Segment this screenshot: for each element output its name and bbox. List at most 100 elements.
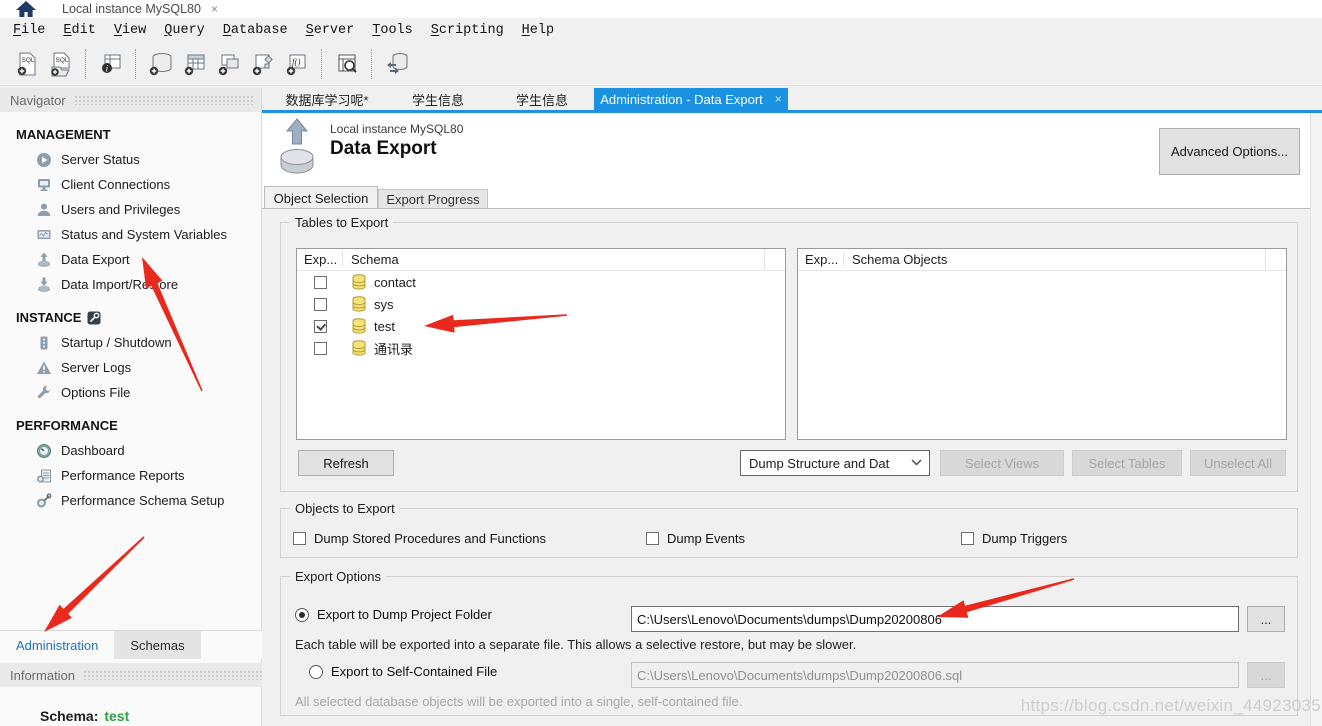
tab-schemas[interactable]: Schemas bbox=[114, 631, 200, 659]
export-checkbox[interactable] bbox=[314, 298, 327, 311]
objects-to-export-group: Objects to Export Dump Stored Procedures… bbox=[280, 508, 1298, 558]
tab-export-progress[interactable]: Export Progress bbox=[378, 189, 488, 209]
export-to-self-contained-radio[interactable] bbox=[309, 665, 323, 679]
dump-events-checkbox[interactable] bbox=[646, 532, 659, 545]
dump-triggers-checkbox[interactable] bbox=[961, 532, 974, 545]
sidebar-item-label: Client Connections bbox=[61, 177, 170, 192]
export-to-self-contained-option[interactable]: Export to Self-Contained File bbox=[309, 664, 497, 679]
home-tab[interactable] bbox=[0, 0, 52, 18]
schema-row-test[interactable]: test bbox=[297, 315, 785, 337]
vertical-scrollbar[interactable] bbox=[1310, 113, 1322, 726]
schema-db-icon bbox=[351, 274, 367, 290]
doc-tab-close-icon[interactable]: × bbox=[775, 92, 782, 106]
schema-value: test bbox=[104, 708, 129, 724]
dump-triggers-option[interactable]: Dump Triggers bbox=[961, 531, 1067, 546]
sidebar-item-server-logs[interactable]: Server Logs bbox=[0, 355, 261, 380]
dump-stored-procedures-checkbox[interactable] bbox=[293, 532, 306, 545]
doc-tab-data-export[interactable]: Administration - Data Export × bbox=[594, 88, 788, 110]
menu-tools[interactable]: Tools bbox=[363, 21, 422, 40]
self-contained-note: All selected database objects will be ex… bbox=[295, 694, 742, 709]
menu-file[interactable]: File bbox=[4, 21, 54, 40]
schema-objects-header: Exp... Schema Objects bbox=[798, 249, 1286, 271]
data-export-header: Local instance MySQL80 Data Export Advan… bbox=[262, 113, 1322, 186]
page-title: Data Export bbox=[330, 138, 437, 160]
create-schema-icon[interactable] bbox=[145, 48, 177, 80]
open-sql-script-icon[interactable]: SQL bbox=[45, 48, 77, 80]
dump-folder-path-input[interactable] bbox=[631, 606, 1239, 632]
sidebar-item-startup-shutdown[interactable]: Startup / Shutdown bbox=[0, 330, 261, 355]
table-inspector-icon[interactable]: i bbox=[95, 48, 127, 80]
export-to-dump-folder-radio[interactable] bbox=[295, 608, 309, 622]
menu-scripting[interactable]: Scripting bbox=[422, 21, 513, 40]
tab-object-selection[interactable]: Object Selection bbox=[264, 186, 378, 209]
toolbar-separator bbox=[135, 49, 137, 79]
schema-info: Schema:test bbox=[40, 708, 129, 724]
dump-type-select[interactable]: Dump Structure and Dat bbox=[740, 450, 930, 476]
schema-db-icon bbox=[351, 296, 367, 312]
report-icon bbox=[36, 468, 52, 484]
connection-tab[interactable]: Local instance MySQL80 × bbox=[52, 0, 282, 18]
sidebar-item-performance-reports[interactable]: Performance Reports bbox=[0, 463, 261, 488]
sidebar-item-performance-schema-setup[interactable]: Performance Schema Setup bbox=[0, 488, 261, 513]
search-table-data-icon[interactable] bbox=[331, 48, 363, 80]
select-tables-button[interactable]: Select Tables bbox=[1072, 450, 1182, 476]
sidebar-item-dashboard[interactable]: Dashboard bbox=[0, 438, 261, 463]
menu-help[interactable]: Help bbox=[513, 21, 563, 40]
home-icon bbox=[15, 1, 37, 17]
doc-tab-sql-3[interactable]: 学生信息 bbox=[490, 88, 594, 110]
refresh-button[interactable]: Refresh bbox=[298, 450, 394, 476]
self-contained-path-input[interactable] bbox=[631, 662, 1239, 688]
schema-row-contact[interactable]: contact bbox=[297, 271, 785, 293]
tab-administration[interactable]: Administration bbox=[0, 631, 114, 659]
sidebar-item-status-and-system-variables[interactable]: Status and System Variables bbox=[0, 222, 261, 247]
unselect-all-button[interactable]: Unselect All bbox=[1190, 450, 1286, 476]
schema-row-tongxunlu[interactable]: 通讯录 bbox=[297, 337, 785, 359]
toolbar-separator bbox=[371, 49, 373, 79]
doc-tab-sql-2[interactable]: 学生信息 bbox=[386, 88, 490, 110]
create-procedure-icon[interactable] bbox=[247, 48, 279, 80]
doc-tab-sql-1[interactable]: 数据库学习呢* bbox=[268, 88, 386, 110]
advanced-options-button[interactable]: Advanced Options... bbox=[1159, 128, 1300, 175]
browse-folder-button[interactable]: ... bbox=[1247, 606, 1285, 632]
svg-text:SQL: SQL bbox=[56, 57, 69, 64]
menu-edit[interactable]: Edit bbox=[54, 21, 104, 40]
schema-name: sys bbox=[374, 297, 394, 312]
sidebar-item-users-and-privileges[interactable]: Users and Privileges bbox=[0, 197, 261, 222]
menu-database[interactable]: Database bbox=[214, 21, 297, 40]
create-function-icon[interactable]: f() bbox=[281, 48, 313, 80]
browse-file-button[interactable]: ... bbox=[1247, 662, 1285, 688]
col-schema: Schema bbox=[343, 252, 764, 267]
user-icon bbox=[36, 202, 52, 218]
dump-stored-procedures-option[interactable]: Dump Stored Procedures and Functions bbox=[293, 531, 546, 546]
export-to-dump-folder-option[interactable]: Export to Dump Project Folder bbox=[295, 607, 492, 622]
menu-query[interactable]: Query bbox=[155, 21, 214, 40]
schema-db-icon bbox=[351, 318, 367, 334]
sidebar-item-server-status[interactable]: Server Status bbox=[0, 147, 261, 172]
schema-list[interactable]: Exp... Schema contact sys test bbox=[296, 248, 786, 440]
schema-row-sys[interactable]: sys bbox=[297, 293, 785, 315]
information-header: Information bbox=[0, 663, 280, 687]
sidebar-item-data-export[interactable]: Data Export bbox=[0, 247, 261, 272]
play-circle-icon bbox=[36, 152, 52, 168]
export-checkbox[interactable] bbox=[314, 320, 327, 333]
navigator-title: Navigator bbox=[10, 93, 66, 108]
new-sql-tab-icon[interactable]: SQL bbox=[11, 48, 43, 80]
export-checkbox[interactable] bbox=[314, 342, 327, 355]
section-instance: INSTANCE bbox=[0, 303, 261, 330]
schema-objects-list[interactable]: Exp... Schema Objects bbox=[797, 248, 1287, 440]
sidebar-item-data-import-restore[interactable]: Data Import/Restore bbox=[0, 272, 261, 297]
navigator-sidebar: Navigator MANAGEMENT Server Status Clien… bbox=[0, 88, 262, 726]
col-schema-objects: Schema Objects bbox=[844, 252, 1265, 267]
create-table-icon[interactable] bbox=[179, 48, 211, 80]
dump-events-option[interactable]: Dump Events bbox=[646, 531, 745, 546]
menu-view[interactable]: View bbox=[105, 21, 155, 40]
connection-tab-close-icon[interactable]: × bbox=[211, 2, 218, 16]
sidebar-item-client-connections[interactable]: Client Connections bbox=[0, 172, 261, 197]
menu-server[interactable]: Server bbox=[297, 21, 364, 40]
select-views-button[interactable]: Select Views bbox=[940, 450, 1064, 476]
export-checkbox[interactable] bbox=[314, 276, 327, 289]
reconnect-dbms-icon[interactable] bbox=[381, 48, 413, 80]
sidebar-item-label: Dashboard bbox=[61, 443, 125, 458]
sidebar-item-options-file[interactable]: Options File bbox=[0, 380, 261, 405]
create-view-icon[interactable] bbox=[213, 48, 245, 80]
